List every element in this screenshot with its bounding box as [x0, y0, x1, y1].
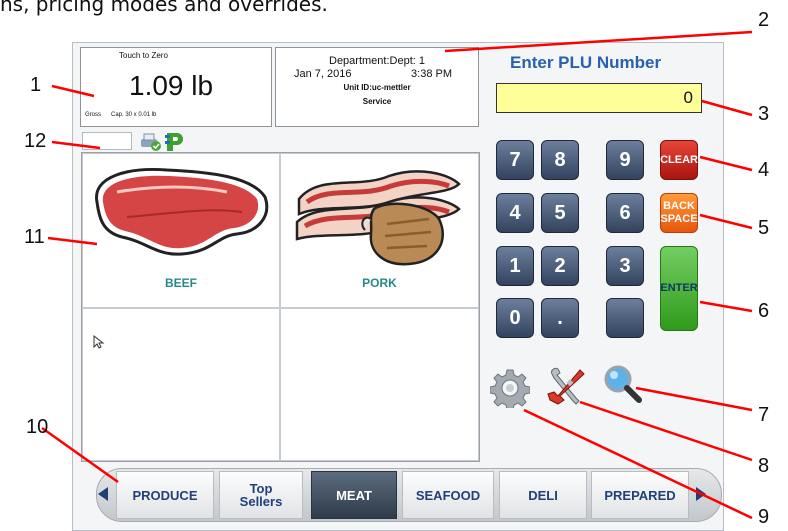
key-7[interactable]: 7 [496, 140, 534, 180]
unit-id-label: Unit ID:uc-mettler [343, 83, 411, 92]
product-tile-beef[interactable]: BEEF [82, 153, 280, 308]
search-magnifier-icon[interactable] [602, 364, 642, 404]
callout-number: 10 [26, 416, 49, 438]
steak-icon [95, 168, 269, 256]
callout-number: 3 [758, 103, 770, 125]
backspace-button[interactable]: BACK SPACE [660, 193, 698, 233]
key-0[interactable]: 0 [496, 298, 534, 338]
key-9[interactable]: 9 [606, 140, 644, 180]
plu-title: Enter PLU Number [510, 53, 662, 72]
mouse-cursor-icon [93, 335, 105, 349]
weight-display[interactable]: Touch to Zero 1.09 lb Gross Cap. 30 x 0.… [80, 47, 272, 127]
callout-number: 1 [30, 74, 42, 96]
caption-text: ns, pricing modes and overrides. [0, 0, 328, 16]
key-4[interactable]: 4 [496, 193, 534, 233]
callout-number: 6 [758, 300, 770, 322]
callout-number: 8 [758, 455, 770, 477]
scroll-left-arrow-icon[interactable] [96, 486, 110, 502]
tools-icon[interactable] [546, 366, 586, 406]
key-5[interactable]: 5 [541, 193, 579, 233]
time-label: 3:38 PM [411, 68, 452, 80]
callout-number: 2 [758, 9, 770, 31]
key-6[interactable]: 6 [606, 193, 644, 233]
callout-number: 4 [758, 159, 770, 181]
callout-number: 5 [758, 217, 770, 239]
key-1[interactable]: 1 [496, 246, 534, 286]
plu-input[interactable]: 0 [496, 83, 702, 113]
capacity-label: Cap. 30 x 0.01 lb [111, 112, 157, 118]
product-tile-empty[interactable] [280, 308, 479, 461]
scroll-right-arrow-icon[interactable] [694, 486, 708, 502]
callout-number: 7 [758, 404, 770, 426]
key-8[interactable]: 8 [541, 140, 579, 180]
tab-seafood[interactable]: SEAFOOD [402, 471, 494, 519]
settings-gear-icon[interactable] [490, 368, 530, 408]
bacon-chop-icon [295, 170, 461, 266]
info-panel: Department:Dept: 1 Jan 7, 2016 3:38 PM U… [275, 47, 479, 127]
product-tile-empty[interactable] [82, 308, 280, 461]
product-grid: BEEF PORK [81, 152, 480, 462]
key-3[interactable]: 3 [606, 246, 644, 286]
weight-value: 1.09 lb [129, 70, 214, 101]
tab-produce[interactable]: PRODUCE [116, 471, 214, 519]
key-decimal[interactable]: . [541, 298, 579, 338]
department-label: Department:Dept: 1 [329, 55, 425, 67]
key-blank[interactable] [606, 298, 644, 338]
product-label: BEEF [164, 276, 197, 290]
date-label: Jan 7, 2016 [294, 68, 352, 80]
clear-button[interactable]: CLEAR [660, 140, 698, 180]
tab-top-sellers-label: Top Sellers [239, 481, 283, 509]
price-mode-p-icon [165, 133, 183, 151]
enter-button[interactable]: ENTER [660, 246, 698, 331]
gross-label: Gross [85, 112, 102, 118]
printer-check-icon [141, 133, 161, 151]
backspace-label-bottom: SPACE [660, 213, 698, 225]
product-tile-pork[interactable]: PORK [280, 153, 479, 308]
mode-label: Service [362, 97, 392, 106]
product-label: PORK [362, 276, 397, 290]
status-box [82, 132, 132, 150]
tab-top-sellers[interactable]: Top Sellers [219, 471, 303, 519]
callout-number: 9 [758, 506, 770, 528]
backspace-label-top: BACK [663, 200, 695, 212]
tab-deli[interactable]: DELI [499, 471, 587, 519]
callout-number: 12 [24, 130, 47, 152]
touch-to-zero-label: Touch to Zero [119, 51, 168, 60]
tab-meat[interactable]: MEAT [311, 471, 397, 519]
key-2[interactable]: 2 [541, 246, 579, 286]
callout-number: 11 [24, 226, 45, 248]
tab-prepared[interactable]: PREPARED [591, 471, 689, 519]
